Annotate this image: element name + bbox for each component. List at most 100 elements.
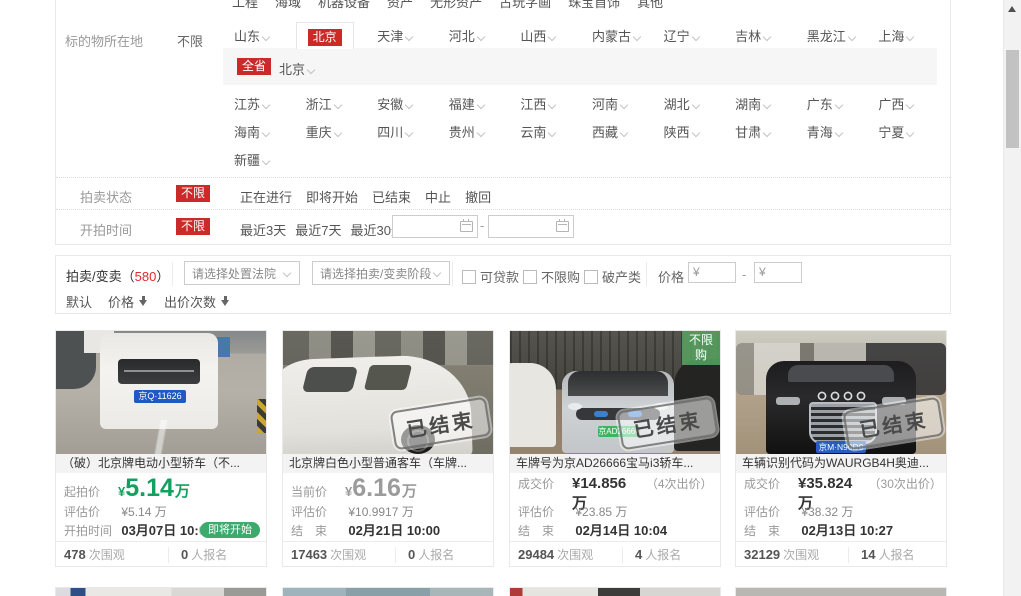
- category-tab[interactable]: 工程: [232, 0, 258, 11]
- price-max-input[interactable]: ¥: [754, 262, 802, 283]
- scrollbar-thumb[interactable]: [1006, 50, 1019, 148]
- chevron-down-icon: [334, 101, 343, 109]
- province-item[interactable]: 安徽: [377, 95, 449, 115]
- bidders-label: 人报名: [191, 548, 228, 562]
- status-option[interactable]: 正在进行: [240, 187, 292, 206]
- category-tab[interactable]: 资产: [387, 0, 413, 11]
- listing-title[interactable]: 车牌号为京AD26666宝马i3轿车...: [510, 454, 720, 473]
- province-item[interactable]: 江苏: [234, 95, 306, 115]
- status-option[interactable]: 撤回: [465, 187, 491, 206]
- province-item[interactable]: 甘肃: [735, 123, 807, 143]
- category-tab[interactable]: 海域: [275, 0, 301, 11]
- listing-title[interactable]: 北京牌白色小型普通客车（车牌...: [283, 454, 493, 473]
- sort-default[interactable]: 默认: [66, 292, 92, 311]
- province-item[interactable]: 内蒙古: [592, 27, 664, 47]
- city-item[interactable]: 北京: [279, 59, 316, 78]
- province-item[interactable]: 陕西: [664, 123, 736, 143]
- court-select[interactable]: 请选择处置法院: [184, 261, 300, 285]
- auction-card[interactable]: 京AD26666 不限购 已结束 车牌号为京AD26666宝马i3轿车... 成…: [509, 330, 721, 567]
- province-item[interactable]: 西藏: [592, 123, 664, 143]
- category-tab[interactable]: 无形资产: [430, 0, 482, 11]
- photo-car-window: [363, 365, 413, 390]
- price-min-input[interactable]: ¥: [688, 262, 736, 283]
- listing-photo[interactable]: 京AD26666 不限购 已结束: [510, 331, 720, 454]
- province-item[interactable]: 黑龙江: [807, 27, 879, 47]
- chevron-down-icon: [835, 129, 844, 137]
- province-item[interactable]: 广东: [807, 95, 879, 115]
- province-item[interactable]: 云南: [520, 123, 592, 143]
- checkbox-icon: [523, 269, 537, 284]
- listing-photo[interactable]: 京M·N90D9 已结束: [736, 331, 946, 454]
- auction-card[interactable]: 京M·N90D9 已结束 车辆识别代码为WAURGB4H奥迪... 成交价 ¥3…: [735, 330, 947, 567]
- vertical-scrollbar[interactable]: [1003, 0, 1021, 596]
- province-item[interactable]: 浙江: [306, 95, 378, 115]
- whole-province-badge[interactable]: 全省: [237, 58, 272, 75]
- category-tab[interactable]: 珠宝首饰: [568, 0, 620, 11]
- arrow-down-icon: [139, 296, 148, 307]
- province-item[interactable]: 宁夏: [878, 123, 950, 143]
- quick-range-option[interactable]: 最近7天: [295, 220, 341, 239]
- calendar-icon[interactable]: [460, 219, 473, 232]
- price-label: 成交价: [744, 477, 781, 491]
- listing-photo[interactable]: 已结束: [283, 331, 493, 454]
- calendar-icon[interactable]: [556, 219, 569, 232]
- date-from-input[interactable]: [392, 215, 478, 238]
- stage-select[interactable]: 请选择拍卖/变卖阶段: [312, 261, 450, 285]
- location-any-option[interactable]: 不限: [177, 31, 203, 50]
- province-item[interactable]: 青海: [807, 123, 879, 143]
- no-purchase-limit-checkbox[interactable]: 不限购: [523, 267, 580, 286]
- scroll-up-arrow-icon[interactable]: [1008, 6, 1016, 12]
- province-item[interactable]: 上海: [878, 27, 950, 47]
- chevron-down-icon: [262, 33, 271, 41]
- category-tab[interactable]: 机器设备: [318, 0, 370, 11]
- sort-bid-count[interactable]: 出价次数: [164, 292, 230, 311]
- price-unit: 万: [174, 483, 190, 500]
- province-item[interactable]: 贵州: [449, 123, 521, 143]
- province-item[interactable]: 四川: [377, 123, 449, 143]
- province-item[interactable]: 江西: [520, 95, 592, 115]
- province-item[interactable]: 天津: [377, 27, 449, 47]
- province-label: 河南: [591, 97, 618, 112]
- province-item[interactable]: 河北: [449, 27, 521, 47]
- province-item[interactable]: 福建: [449, 95, 521, 115]
- status-option[interactable]: 即将开始: [306, 187, 358, 206]
- province-item[interactable]: 湖北: [664, 95, 736, 115]
- listing-title[interactable]: 车辆识别代码为WAURGB4H奥迪...: [736, 454, 946, 473]
- province-item[interactable]: 海南: [234, 123, 306, 143]
- next-row-card-photo[interactable]: [735, 587, 947, 596]
- province-label: 安徽: [377, 97, 404, 112]
- province-item[interactable]: 新疆: [234, 151, 306, 171]
- province-item-selected[interactable]: 北京: [295, 22, 354, 49]
- category-tab[interactable]: 古玩字画: [499, 0, 551, 11]
- category-tab[interactable]: 其他: [637, 0, 663, 11]
- status-badge: 即将开始: [200, 522, 260, 538]
- next-row-card-photo[interactable]: [509, 587, 721, 596]
- date-to-input[interactable]: [488, 215, 574, 238]
- province-item[interactable]: 山西: [520, 27, 592, 47]
- quick-range-option[interactable]: 最近3天: [240, 220, 286, 239]
- province-item[interactable]: 湖南: [735, 95, 807, 115]
- start-time-any-badge[interactable]: 不限: [176, 218, 211, 235]
- next-row-card-photo[interactable]: [55, 587, 267, 596]
- status-option[interactable]: 中止: [425, 187, 451, 206]
- bankruptcy-checkbox[interactable]: 破产类: [584, 267, 641, 286]
- province-item[interactable]: 吉林: [735, 27, 807, 47]
- province-item[interactable]: 辽宁: [664, 27, 736, 47]
- listing-photo[interactable]: 京Q·11626: [56, 331, 266, 454]
- chevron-down-icon: [763, 101, 772, 109]
- loanable-checkbox[interactable]: 可贷款: [462, 267, 519, 286]
- auction-card[interactable]: 已结束 北京牌白色小型普通客车（车牌... 当前价 ¥ 6.16 万 评估价 ¥…: [282, 330, 494, 567]
- yuan-symbol: ¥: [693, 265, 700, 279]
- province-item[interactable]: 广西: [878, 95, 950, 115]
- status-any-badge[interactable]: 不限: [176, 185, 211, 202]
- chevron-down-icon: [262, 129, 271, 137]
- photo-shape: [257, 399, 266, 433]
- status-option[interactable]: 已结束: [372, 187, 411, 206]
- auction-card[interactable]: 京Q·11626 （破）北京牌电动小型轿车（不... 起拍价 ¥ 5.14 万 …: [55, 330, 267, 567]
- sort-price[interactable]: 价格: [108, 292, 148, 311]
- province-item[interactable]: 重庆: [306, 123, 378, 143]
- next-row-card-photo[interactable]: [282, 587, 494, 596]
- bidders-count: 14: [861, 547, 876, 562]
- province-item[interactable]: 河南: [592, 95, 664, 115]
- listing-title[interactable]: （破）北京牌电动小型轿车（不...: [56, 454, 266, 473]
